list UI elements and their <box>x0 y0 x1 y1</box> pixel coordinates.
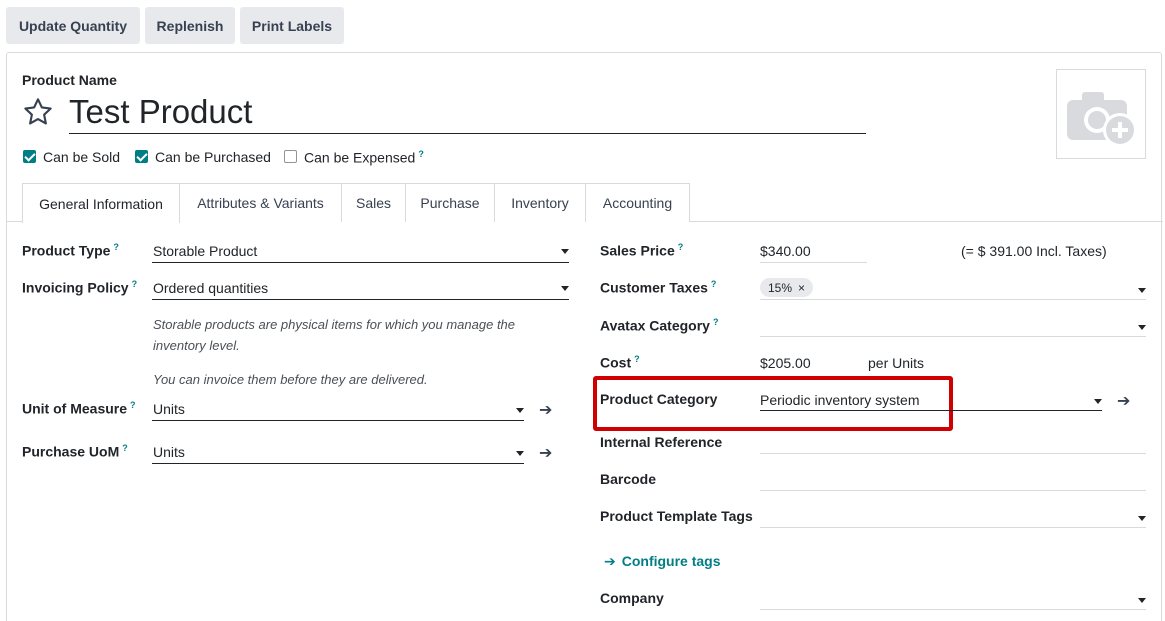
uom-select[interactable]: Units <box>153 401 185 417</box>
field-underline <box>152 299 569 300</box>
chevron-down-icon <box>1138 288 1146 293</box>
incl-taxes-text: (= $ 391.00 Incl. Taxes) <box>961 243 1107 259</box>
cost-unit-text: per Units <box>868 355 925 371</box>
tab-inventory[interactable]: Inventory <box>494 183 586 222</box>
sales-price-input[interactable]: $340.00 <box>760 243 811 259</box>
product-form-sheet: Product Name Test Product Can be Sold Ca… <box>6 52 1163 621</box>
sales-price-label: Sales Price? <box>600 242 684 259</box>
tab-purchase[interactable]: Purchase <box>405 183 495 222</box>
product-tags-label: Product Template Tags <box>600 508 753 524</box>
barcode-input[interactable] <box>760 470 1146 490</box>
help-icon: ? <box>634 354 640 364</box>
avatax-category-select[interactable] <box>760 316 1146 336</box>
configure-tags-link[interactable]: ➔ Configure tags <box>604 553 721 570</box>
product-name-input[interactable]: Test Product <box>69 93 252 131</box>
chevron-down-icon <box>516 451 524 456</box>
help-icon: ? <box>710 279 717 289</box>
help-icon: ? <box>712 317 719 327</box>
field-underline <box>152 420 524 421</box>
help-icon: ? <box>131 279 138 289</box>
can-be-sold-label: Can be Sold <box>43 149 121 165</box>
field-underline <box>760 336 1146 337</box>
chevron-down-icon <box>1138 325 1146 330</box>
camera-plus-icon <box>1067 92 1137 147</box>
internal-reference-input[interactable] <box>760 433 1146 453</box>
help-icon: ? <box>122 443 128 453</box>
chevron-down-icon <box>1138 516 1146 521</box>
invoicing-policy-label: Invoicing Policy? <box>22 279 138 296</box>
help-icon: ? <box>130 400 136 410</box>
favorite-star-icon[interactable] <box>22 96 54 128</box>
field-underline <box>760 609 1146 610</box>
product-type-help-text: Storable products are physical items for… <box>153 317 516 353</box>
tab-sales[interactable]: Sales <box>341 183 406 222</box>
can-be-purchased-label: Can be Purchased <box>155 149 271 165</box>
field-underline <box>760 410 1102 411</box>
tab-accounting[interactable]: Accounting <box>585 183 690 222</box>
can-be-purchased-checkbox[interactable] <box>135 150 148 163</box>
tab-attributes-variants[interactable]: Attributes & Variants <box>179 183 342 222</box>
notebook-tabs: General Information Attributes & Variant… <box>7 183 1163 223</box>
tab-general-information[interactable]: General Information <box>22 183 180 223</box>
product-category-select[interactable]: Periodic inventory system <box>760 392 920 408</box>
product-name-label: Product Name <box>22 72 117 88</box>
purchase-uom-label: Purchase UoM? <box>22 443 128 460</box>
print-labels-button[interactable]: Print Labels <box>240 7 344 44</box>
invoicing-help-text: You can invoice them before they are del… <box>153 372 428 387</box>
customer-taxes-label: Customer Taxes? <box>600 279 717 296</box>
field-underline <box>760 299 1146 300</box>
replenish-button[interactable]: Replenish <box>145 7 235 44</box>
uom-open-arrow-icon[interactable]: ➔ <box>539 403 552 419</box>
action-bar: Update Quantity Replenish Print Labels <box>0 0 1165 52</box>
company-select[interactable] <box>760 589 1146 609</box>
uom-label: Unit of Measure? <box>22 400 136 417</box>
can-be-expensed-label: Can be Expensed? <box>304 149 424 166</box>
field-underline <box>760 453 1146 454</box>
can-be-sold-checkbox[interactable] <box>23 150 36 163</box>
cost-label: Cost? <box>600 354 640 371</box>
field-underline <box>760 527 1146 528</box>
field-underline <box>152 463 524 464</box>
product-category-label: Product Category <box>600 391 718 407</box>
can-be-expensed-checkbox[interactable] <box>284 150 297 163</box>
arrow-right-icon: ➔ <box>604 553 616 569</box>
cost-input[interactable]: $205.00 <box>760 355 811 371</box>
invoicing-policy-select[interactable]: Ordered quantities <box>153 280 268 296</box>
help-icon: ? <box>113 242 119 252</box>
tax-badge-label: 15% <box>768 280 793 295</box>
chevron-down-icon <box>1138 598 1146 603</box>
product-image-upload[interactable] <box>1056 69 1146 159</box>
avatax-category-label: Avatax Category? <box>600 317 719 334</box>
help-icon: ? <box>418 149 424 159</box>
tax-badge: 15% × <box>760 278 814 297</box>
product-type-select[interactable]: Storable Product <box>153 243 257 259</box>
product-name-underline <box>69 133 866 134</box>
update-quantity-button[interactable]: Update Quantity <box>6 7 140 44</box>
field-underline <box>760 262 867 263</box>
remove-tax-icon[interactable]: × <box>798 281 805 295</box>
product-type-label: Product Type? <box>22 242 119 259</box>
purchase-uom-select[interactable]: Units <box>153 444 185 460</box>
chevron-down-icon <box>516 408 524 413</box>
field-underline <box>152 262 569 263</box>
field-underline <box>760 490 1146 491</box>
category-open-arrow-icon[interactable]: ➔ <box>1117 394 1130 410</box>
chevron-down-icon <box>1094 399 1102 404</box>
internal-reference-label: Internal Reference <box>600 434 723 450</box>
chevron-down-icon <box>561 249 569 254</box>
product-tags-select[interactable] <box>760 507 1146 527</box>
chevron-down-icon <box>561 286 569 291</box>
help-icon: ? <box>677 242 684 252</box>
barcode-label: Barcode <box>600 471 657 487</box>
company-label: Company <box>600 590 664 606</box>
purchase-uom-open-arrow-icon[interactable]: ➔ <box>539 446 552 462</box>
